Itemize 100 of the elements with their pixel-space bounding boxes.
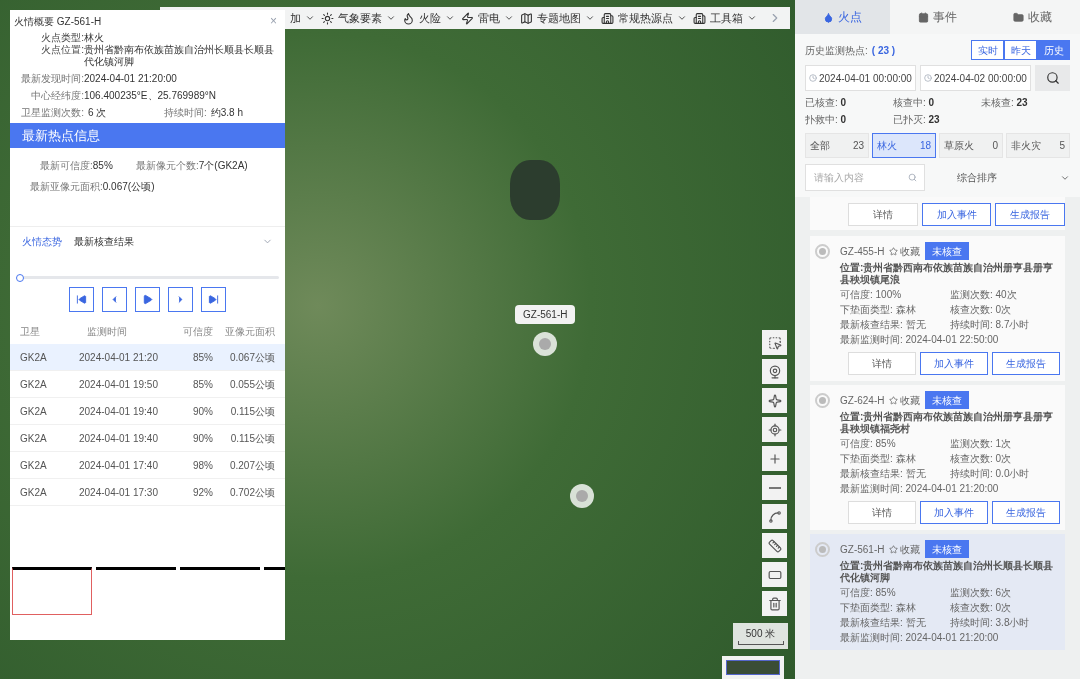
marker-label: GZ-561-H bbox=[515, 305, 576, 324]
range-tab[interactable]: 昨天 bbox=[1004, 40, 1037, 60]
filter-tab[interactable]: 全部 23 bbox=[805, 133, 869, 158]
field-value: 约3.8 h bbox=[210, 106, 244, 120]
table-cell-text: 0.702公顷 bbox=[228, 485, 275, 500]
playback-button[interactable] bbox=[102, 287, 127, 312]
card-action-button[interactable]: 详情 bbox=[848, 203, 918, 226]
image-thumbnail[interactable] bbox=[12, 567, 92, 615]
table-row[interactable]: GK2A 2024-04-01 19:40 90% 0.115公顷 bbox=[10, 425, 285, 452]
date-field[interactable]: 2024-04-02 00:00:00 bbox=[920, 65, 1031, 91]
field-label: 卫星监测次数: bbox=[20, 106, 84, 120]
range-tab[interactable]: 历史 bbox=[1037, 40, 1070, 60]
chevron-down-icon bbox=[305, 13, 315, 23]
map-tool-button[interactable] bbox=[762, 330, 787, 355]
search-field[interactable]: 请输入内容 bbox=[805, 164, 925, 191]
table-row[interactable]: GK2A 2024-04-01 17:40 98% 0.207公顷 bbox=[10, 452, 285, 479]
toolbar-menu[interactable]: 火险 bbox=[402, 9, 455, 27]
favorite-button[interactable]: 收藏 bbox=[889, 392, 921, 408]
table-cell-text: 0.055公顷 bbox=[228, 377, 275, 392]
sort-dropdown[interactable]: 综合排序 bbox=[925, 170, 1070, 185]
minimap[interactable] bbox=[722, 656, 784, 679]
map-tool-button[interactable] bbox=[762, 533, 787, 558]
card-action-button[interactable]: 详情 bbox=[848, 501, 916, 524]
toolbar-menu[interactable]: 常规热源点 bbox=[601, 9, 687, 27]
table-row[interactable]: GK2A 2024-04-01 19:50 85% 0.055公顷 bbox=[10, 371, 285, 398]
calendar-icon bbox=[918, 11, 929, 23]
star-icon bbox=[889, 544, 899, 554]
hotspot-card[interactable]: GZ-561-H 收藏 未核查 位置:贵州省黔南布依族苗族自治州长顺县长顺县代化镇河脚 可信度: 85% 监测次数: 6次 下垫面类型: 森林 核查次数: 0次 最新核查结果: 暂无 持续时间: 3.8小时 最新监测时间: 2024-04-01 21:20:00 bbox=[810, 534, 1065, 650]
filter-tab[interactable]: 林火 18 bbox=[872, 133, 936, 158]
radio-button[interactable] bbox=[815, 244, 830, 259]
card-action-button[interactable]: 详情 bbox=[848, 352, 916, 375]
field-text: 最新监测时间: 2024-04-01 21:20:00 bbox=[840, 483, 1000, 495]
table-cell-text: GK2A bbox=[20, 404, 48, 419]
card-action-button[interactable]: 加入事件 bbox=[921, 203, 992, 226]
hotspot-id: GZ-455-H bbox=[840, 244, 885, 259]
field-value: 85% bbox=[92, 159, 113, 173]
hotspot-card[interactable]: GZ-455-H 收藏 未核查 位置:贵州省黔西南布依族苗族自治州册亨县册亨县秧坝镇尾浪 可信度: 100% 监测次数: 40次 下垫面类型: 森林 核查次数: 0次 最新核查结果: 暂无 持续时间: 8.7小时 最新监测时间: 2024-04-01 22:50:00 详情 加入事件 生成报告 bbox=[810, 236, 1065, 381]
table-cell-text: 98% bbox=[192, 458, 213, 473]
filter-tab[interactable]: 草原火 0 bbox=[939, 133, 1003, 158]
playback-button[interactable] bbox=[201, 287, 226, 312]
table-cell-text: 2024-04-01 19:40 bbox=[78, 431, 159, 446]
playback-button[interactable] bbox=[135, 287, 160, 312]
field-value: 6 次 bbox=[88, 106, 107, 120]
toolbar-menu[interactable]: 专题地图 bbox=[520, 9, 595, 27]
map-icon bbox=[520, 11, 533, 25]
field-text: 监测次数: 6次 bbox=[950, 587, 1013, 599]
side-tab[interactable]: 火点 bbox=[795, 0, 890, 34]
search-button[interactable] bbox=[1035, 65, 1070, 91]
hotspot-card[interactable]: GZ-624-H 收藏 未核查 位置:贵州省黔西南布依族苗族自治州册亨县册亨县秧坝镇福尧村 可信度: 85% 监测次数: 1次 下垫面类型: 森林 核查次数: 0次 最新核查结果: 暂无 持续时间: 0.0小时 最新监测时间: 2024-04-01 21:20:00 详情 加入事件 生成报告 bbox=[810, 385, 1065, 530]
timeline-thumb[interactable] bbox=[16, 273, 24, 282]
toolbar-menu[interactable]: 气象要素 bbox=[321, 9, 396, 27]
favorite-button[interactable]: 收藏 bbox=[889, 541, 921, 557]
range-tab[interactable]: 实时 bbox=[971, 40, 1004, 60]
card-action-button[interactable]: 生成报告 bbox=[995, 203, 1065, 226]
playback-button[interactable] bbox=[69, 287, 94, 312]
radio-button[interactable] bbox=[815, 542, 830, 557]
field-text: 最新监测时间: 2024-04-01 22:50:00 bbox=[840, 334, 1000, 346]
table-cell-text: 2024-04-01 17:30 bbox=[78, 485, 159, 500]
map-tool-button[interactable] bbox=[762, 591, 787, 616]
radio-button[interactable] bbox=[815, 393, 830, 408]
map-tool-button[interactable] bbox=[762, 388, 787, 413]
map-tool-button[interactable] bbox=[762, 475, 787, 500]
toolbar-menu[interactable]: 雷电 bbox=[461, 9, 514, 27]
card-action-button[interactable]: 加入事件 bbox=[920, 501, 988, 524]
filter-tab[interactable]: 非火灾 5 bbox=[1006, 133, 1070, 158]
location-text: 位置:贵州省黔南布依族苗族自治州长顺县长顺县代化镇河脚 bbox=[840, 560, 1055, 584]
column-header: 亚像元面积 bbox=[224, 324, 275, 339]
zoom-in-icon bbox=[767, 451, 782, 466]
field-text: 下垫面类型: 森林 bbox=[840, 453, 917, 465]
side-tab[interactable]: 事件 bbox=[890, 0, 985, 34]
card-action-button[interactable]: 生成报告 bbox=[992, 352, 1060, 375]
map-tool-button[interactable] bbox=[762, 562, 787, 587]
date-field[interactable]: 2024-04-01 00:00:00 bbox=[805, 65, 916, 91]
trash-icon bbox=[767, 596, 782, 611]
map-tool-button[interactable] bbox=[762, 359, 787, 384]
field-text: 下垫面类型: 森林 bbox=[840, 602, 917, 614]
table-row[interactable]: GK2A 2024-04-01 17:30 92% 0.702公顷 bbox=[10, 479, 285, 506]
playback-button[interactable] bbox=[168, 287, 193, 312]
toolbar-menu[interactable]: 工具箱 bbox=[693, 9, 757, 27]
table-row[interactable]: GK2A 2024-04-01 19:40 90% 0.115公顷 bbox=[10, 398, 285, 425]
field-label: 最新像元个数: bbox=[136, 159, 199, 173]
side-tab[interactable]: 收藏 bbox=[985, 0, 1080, 34]
panel-tab[interactable]: 最新核查结果 bbox=[74, 234, 134, 249]
card-action-button[interactable]: 生成报告 bbox=[992, 501, 1060, 524]
field-text: 可信度: 100% bbox=[840, 289, 903, 301]
section-header: 最新热点信息 bbox=[10, 123, 285, 148]
table-cell-text: 92% bbox=[192, 485, 213, 500]
status-badge: 未核查 bbox=[925, 391, 970, 409]
map-tool-button[interactable] bbox=[762, 417, 787, 442]
ruler-icon bbox=[767, 538, 782, 553]
map-tool-button[interactable] bbox=[762, 504, 787, 529]
favorite-button[interactable]: 收藏 bbox=[889, 243, 921, 259]
field-text: 核查次数: 0次 bbox=[950, 453, 1013, 465]
hotspot-marker[interactable] bbox=[570, 484, 594, 508]
table-row[interactable]: GK2A 2024-04-01 21:20 85% 0.067公顷 bbox=[10, 344, 285, 371]
hotspot-marker[interactable] bbox=[533, 332, 558, 356]
toolbar-menu[interactable]: 加 bbox=[290, 9, 315, 27]
card-action-button[interactable]: 加入事件 bbox=[920, 352, 988, 375]
field-text: 最新核查结果: 暂无 bbox=[840, 468, 927, 480]
panel-tab[interactable]: 火情态势 bbox=[22, 234, 62, 249]
